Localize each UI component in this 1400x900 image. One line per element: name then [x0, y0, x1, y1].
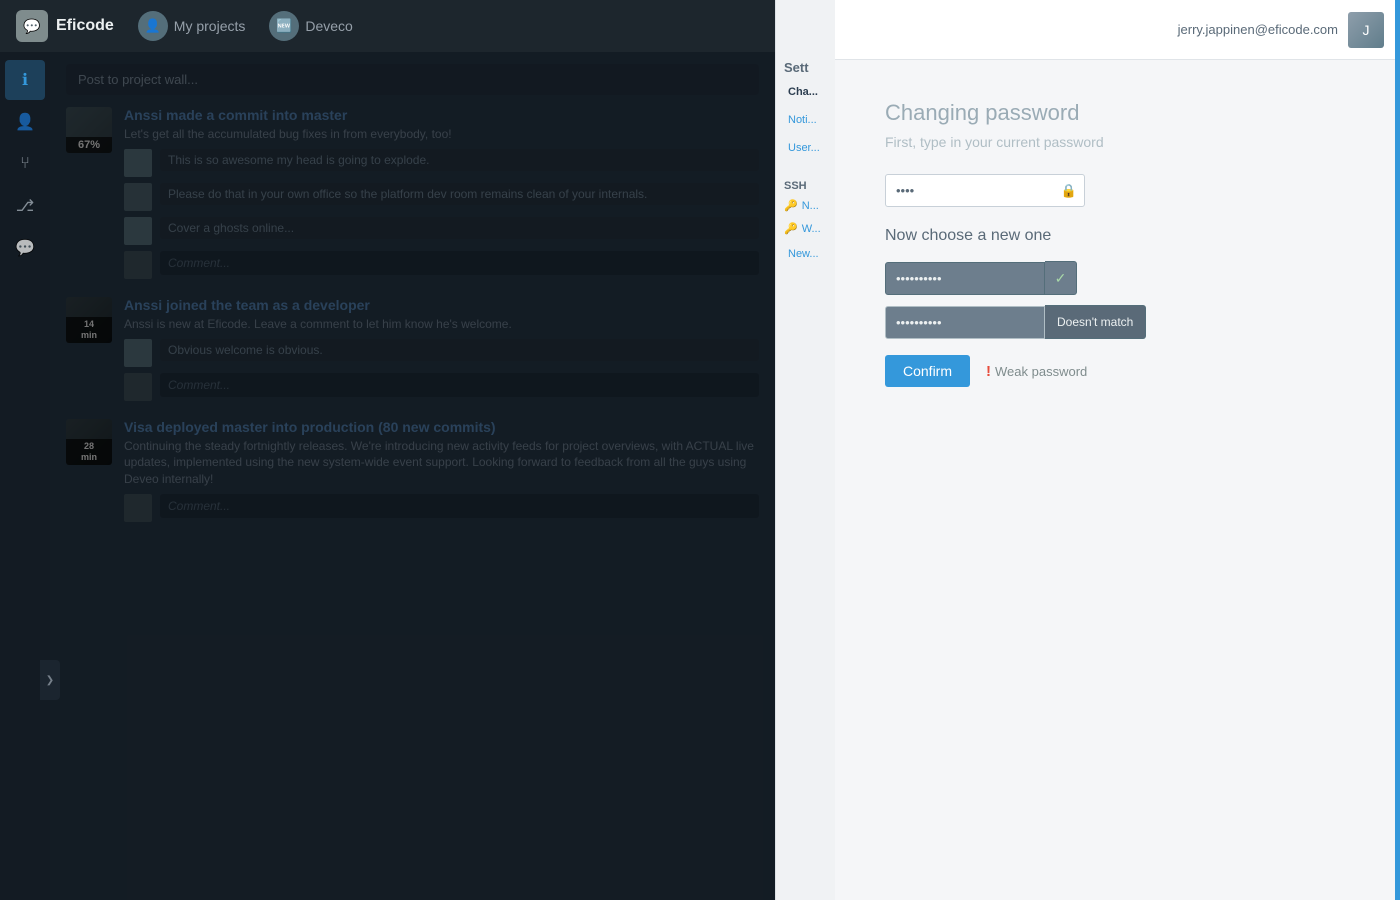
deveco-icon: 🆕 — [269, 11, 299, 41]
new-password-row: ✓ — [885, 261, 1350, 295]
confirm-password-row: Doesn't match — [885, 305, 1350, 339]
sidebar-item-info[interactable]: ℹ — [5, 60, 45, 100]
ssh-new-link[interactable]: New... — [784, 242, 827, 266]
sidebar-toggle[interactable]: ❯ — [40, 660, 60, 700]
ssh-key-1-label: N... — [802, 200, 819, 212]
settings-nav-change-password[interactable]: Cha... — [784, 80, 827, 104]
confirm-password-input[interactable] — [885, 306, 1045, 339]
nav-my-projects-label: My projects — [174, 18, 246, 34]
my-projects-icon: 👤 — [138, 11, 168, 41]
new-password-section-label: Now choose a new one — [885, 227, 1350, 245]
user-avatar-img: J — [1348, 12, 1384, 48]
change-password-subtitle: First, type in your current password — [885, 134, 1350, 150]
weak-password-message: ! Weak password — [986, 363, 1087, 380]
sidebar-item-branch[interactable]: ⑂ — [5, 144, 45, 184]
app-name: Eficode — [56, 17, 114, 35]
user-email: jerry.jappinen@eficode.com — [1178, 22, 1338, 37]
new-password-input[interactable] — [885, 262, 1045, 295]
ssh-key-2[interactable]: 🔑 W... — [784, 219, 827, 238]
sidebar-item-user[interactable]: 👤 — [5, 102, 45, 142]
action-row: Confirm ! Weak password — [885, 355, 1350, 387]
doesnt-match-badge: Doesn't match — [1045, 305, 1146, 339]
ssh-key-2-label: W... — [802, 223, 821, 235]
nav-logo[interactable]: 💬 Eficode — [16, 10, 114, 42]
sidebar: ℹ 👤 ⑂ ⎇ 💬 ❯ — [0, 52, 50, 900]
new-password-check: ✓ — [1045, 261, 1077, 295]
ssh-key-1[interactable]: 🔑 N... — [784, 196, 827, 215]
top-nav: 💬 Eficode 👤 My projects 🆕 Deveco — [0, 0, 775, 52]
current-password-input[interactable] — [885, 174, 1085, 207]
change-password-title: Changing password — [885, 100, 1350, 126]
left-panel: 💬 Eficode 👤 My projects 🆕 Deveco ℹ 👤 ⑂ ⎇… — [0, 0, 775, 900]
settings-nav-user[interactable]: User... — [784, 136, 827, 160]
weak-password-label: Weak password — [995, 364, 1087, 379]
settings-sidebar: Sett Cha... Noti... User... SSH 🔑 N... 🔑… — [775, 0, 835, 900]
nav-deveco-label: Deveco — [305, 18, 352, 34]
key-icon-1: 🔑 — [784, 199, 798, 212]
sidebar-item-git[interactable]: ⎇ — [5, 186, 45, 226]
nav-deveco[interactable]: 🆕 Deveco — [269, 11, 352, 41]
right-panel: jerry.jappinen@eficode.com J Changing pa… — [835, 0, 1400, 900]
key-icon-2: 🔑 — [784, 222, 798, 235]
settings-nav-notifications[interactable]: Noti... — [784, 108, 827, 132]
doesnt-match-label: Doesn't match — [1057, 315, 1133, 329]
right-header: jerry.jappinen@eficode.com J — [835, 0, 1400, 60]
user-avatar: J — [1348, 12, 1384, 48]
confirm-button[interactable]: Confirm — [885, 355, 970, 387]
nav-my-projects[interactable]: 👤 My projects — [138, 11, 246, 41]
settings-header: Sett — [784, 60, 809, 75]
left-overlay — [0, 0, 775, 900]
lock-icon: 🔒 — [1061, 183, 1077, 199]
logo-icon: 💬 — [16, 10, 48, 42]
current-password-wrap: 🔒 — [885, 174, 1085, 207]
sidebar-item-chat[interactable]: 💬 — [5, 228, 45, 268]
exclamation-icon: ! — [986, 363, 991, 380]
ssh-section-label: SSH — [784, 180, 827, 192]
right-accent-bar — [1395, 0, 1400, 900]
change-password-form: Changing password First, type in your cu… — [835, 60, 1400, 900]
